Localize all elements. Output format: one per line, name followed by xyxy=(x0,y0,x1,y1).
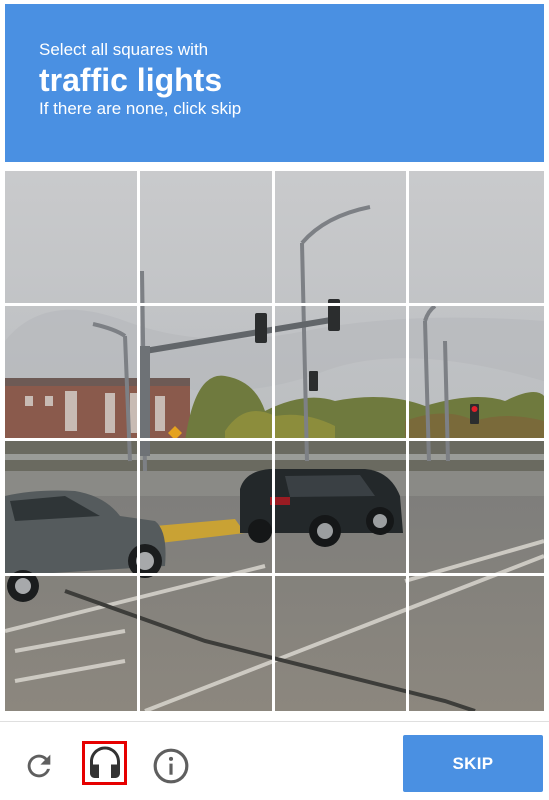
grid-tile-r3-c1[interactable] xyxy=(5,441,140,576)
footer-divider xyxy=(0,721,549,722)
target-object-label: traffic lights xyxy=(39,62,223,98)
grid-tile-r1-c1[interactable] xyxy=(5,171,140,306)
grid-tile-r1-c3[interactable] xyxy=(274,171,410,306)
info-icon xyxy=(153,748,189,784)
reload-button[interactable] xyxy=(16,743,62,789)
skip-hint-text: If there are none, click skip xyxy=(39,99,242,118)
grid-tile-r4-c2[interactable] xyxy=(140,576,275,711)
grid-tile-r2-c1[interactable] xyxy=(5,306,140,441)
grid-tile-r4-c4[interactable] xyxy=(409,576,544,711)
reload-icon xyxy=(27,754,51,778)
audio-challenge-button[interactable] xyxy=(82,741,127,785)
grid-tile-r2-c4[interactable] xyxy=(409,306,544,441)
grid-tile-r4-c3[interactable] xyxy=(275,576,410,711)
info-button[interactable] xyxy=(148,743,194,789)
tile-grid xyxy=(5,171,544,711)
grid-tile-r3-c3[interactable] xyxy=(274,441,410,576)
challenge-header: Select all squares with traffic lights I… xyxy=(5,4,544,162)
skip-button[interactable]: SKIP xyxy=(403,735,543,792)
grid-tile-r2-c3[interactable] xyxy=(274,306,410,441)
image-grid xyxy=(5,171,544,711)
instruction-text: Select all squares with xyxy=(39,40,209,59)
grid-tile-r4-c1[interactable] xyxy=(5,576,140,711)
grid-tile-r2-c2[interactable] xyxy=(139,306,275,441)
headphones-icon xyxy=(89,746,120,778)
grid-tile-r3-c4[interactable] xyxy=(409,441,544,576)
grid-tile-r1-c4[interactable] xyxy=(409,171,544,306)
grid-tile-r3-c2[interactable] xyxy=(139,441,275,576)
grid-tile-r1-c2[interactable] xyxy=(139,171,275,306)
